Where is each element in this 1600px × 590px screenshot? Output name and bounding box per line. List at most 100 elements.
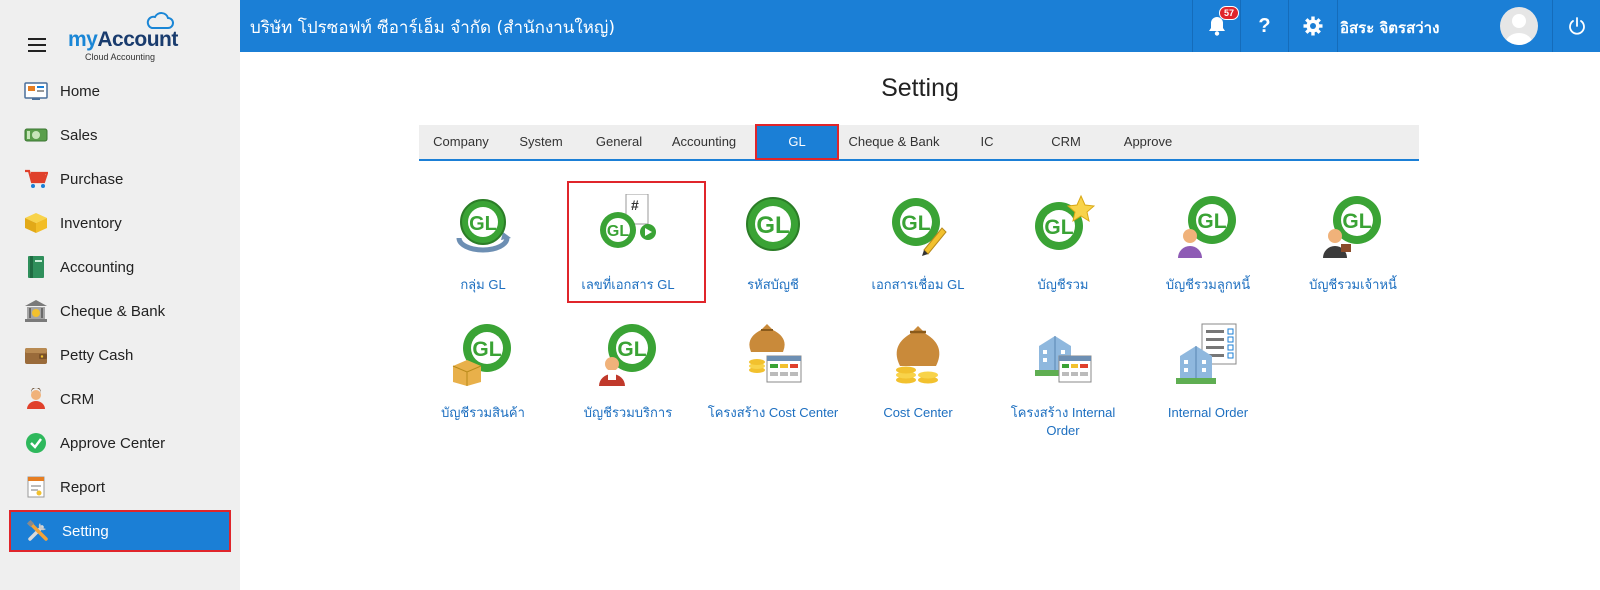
setting-item-label: รหัสบัญชี xyxy=(747,277,799,292)
cost-center-structure-icon xyxy=(749,324,802,383)
svg-text:GL: GL xyxy=(1342,210,1371,233)
settings-tabs: Company System General Accounting GL Che… xyxy=(419,124,1419,161)
notification-count-badge: 57 xyxy=(1219,6,1240,20)
tab-gl[interactable]: GL xyxy=(755,124,839,160)
brand-area: myAccount Cloud Accounting xyxy=(0,0,240,70)
gear-icon xyxy=(1303,16,1323,36)
internal-order-icon xyxy=(1176,323,1237,384)
setting-item-label: Cost Center xyxy=(883,405,953,420)
sidebar-item-label: Purchase xyxy=(60,170,124,188)
gl-service-account-icon: GL xyxy=(599,324,656,386)
sidebar-item-inventory[interactable]: Inventory xyxy=(9,202,231,244)
settings-button[interactable] xyxy=(1288,0,1338,52)
sidebar: myAccount Cloud Accounting Home Sales Pu… xyxy=(0,0,240,590)
setting-item-product-account[interactable]: GL บัญชีรวมสินค้า xyxy=(413,322,553,432)
setting-item-debtor-account[interactable]: GL บัญชีรวมลูกหนี้ xyxy=(1138,194,1278,304)
cart-icon xyxy=(23,166,49,192)
tools-icon xyxy=(25,518,51,544)
svg-text:GL: GL xyxy=(1044,216,1073,239)
tab-cheque-bank[interactable]: Cheque & Bank xyxy=(839,125,949,159)
sidebar-item-home[interactable]: Home xyxy=(9,70,231,112)
sidebar-item-label: Home xyxy=(60,82,101,100)
gl-account-code-icon: GL xyxy=(746,197,800,251)
setting-item-gl-link-document[interactable]: GL เอกสารเชื่อม GL xyxy=(848,194,988,304)
sidebar-item-label: Approve Center xyxy=(60,434,166,452)
svg-text:GL: GL xyxy=(756,212,789,239)
tab-ic[interactable]: IC xyxy=(949,125,1025,159)
sidebar-item-label: Petty Cash xyxy=(60,346,134,364)
power-icon xyxy=(1568,17,1585,35)
help-icon: ? xyxy=(1258,14,1271,37)
svg-text:GL: GL xyxy=(1197,210,1226,233)
tab-system[interactable]: System xyxy=(503,125,579,159)
tab-crm[interactable]: CRM xyxy=(1025,125,1107,159)
setting-item-account-code[interactable]: GL รหัสบัญชี xyxy=(703,194,843,304)
box-icon xyxy=(23,210,49,236)
gl-link-document-icon: GL xyxy=(892,198,947,256)
svg-text:GL: GL xyxy=(469,213,497,235)
tab-accounting[interactable]: Accounting xyxy=(659,125,749,159)
setting-item-label: Internal Order xyxy=(1167,405,1249,420)
setting-item-creditor-account[interactable]: GL บัญชีรวมเจ้าหนี้ xyxy=(1283,194,1423,304)
setting-item-gl-document-number[interactable]: # GL เลขที่เอกสาร GL xyxy=(558,194,698,304)
tab-general[interactable]: General xyxy=(579,125,659,159)
gl-product-account-icon: GL xyxy=(452,324,511,386)
sidebar-item-report[interactable]: Report xyxy=(9,466,231,508)
svg-text:GL: GL xyxy=(901,212,930,235)
sidebar-item-approve-center[interactable]: Approve Center xyxy=(9,422,231,464)
avatar[interactable] xyxy=(1500,7,1538,45)
money-icon xyxy=(23,122,49,148)
notification-button[interactable]: 57 xyxy=(1192,0,1240,52)
setting-item-label: บัญชีรวมลูกหนี้ xyxy=(1165,277,1251,292)
app-logo[interactable]: myAccount Cloud Accounting xyxy=(68,12,188,64)
company-name[interactable]: บริษัท โปรซอฟท์ ซีอาร์เอ็ม จำกัด (สำนักง… xyxy=(250,14,615,41)
sidebar-item-petty-cash[interactable]: Petty Cash xyxy=(9,334,231,376)
sidebar-item-purchase[interactable]: Purchase xyxy=(9,158,231,200)
sidebar-item-accounting[interactable]: Accounting xyxy=(9,246,231,288)
sidebar-item-crm[interactable]: CRM xyxy=(9,378,231,420)
setting-item-internal-order-structure[interactable]: โครงสร้าง Internal Order xyxy=(993,322,1133,442)
logo-subtitle: Cloud Accounting xyxy=(85,52,156,62)
setting-item-label: บัญชีรวมเจ้าหนี้ xyxy=(1309,277,1397,292)
gl-creditor-account-icon: GL xyxy=(1323,196,1381,258)
report-icon xyxy=(23,474,49,500)
setting-item-cost-center[interactable]: Cost Center xyxy=(848,322,988,432)
setting-item-label: บัญชีรวมสินค้า xyxy=(441,405,525,420)
tab-company[interactable]: Company xyxy=(419,125,503,159)
sidebar-item-setting[interactable]: Setting xyxy=(9,510,231,552)
setting-item-label: กลุ่ม GL xyxy=(460,277,506,292)
setting-item-service-account[interactable]: GL บัญชีรวมบริการ xyxy=(558,322,698,432)
setting-item-label: โครงสร้าง Internal Order xyxy=(1010,405,1116,438)
setting-item-label: โครงสร้าง Cost Center xyxy=(707,405,839,420)
book-icon xyxy=(23,254,49,280)
gl-debtor-account-icon: GL xyxy=(1178,196,1236,258)
menu-toggle-icon[interactable] xyxy=(28,38,46,52)
setting-item-control-account[interactable]: GL บัญชีรวม xyxy=(993,194,1133,304)
logo-wordmark: myAccount xyxy=(68,28,178,51)
gl-group-icon: GL xyxy=(456,199,511,253)
user-name[interactable]: อิสระ จิตรสว่าง xyxy=(1340,16,1439,40)
sidebar-item-label: Setting xyxy=(62,522,109,540)
cost-center-icon xyxy=(896,326,940,384)
sidebar-item-label: Sales xyxy=(60,126,98,144)
svg-text:#: # xyxy=(631,197,639,213)
bank-icon xyxy=(23,298,49,324)
setting-item-cost-center-structure[interactable]: โครงสร้าง Cost Center xyxy=(703,322,843,442)
sidebar-item-label: Accounting xyxy=(60,258,135,276)
sidebar-item-label: Cheque & Bank xyxy=(60,302,166,320)
page-title: Setting xyxy=(881,74,959,102)
sidebar-item-sales[interactable]: Sales xyxy=(9,114,231,156)
svg-text:GL: GL xyxy=(617,338,646,361)
setting-item-label: เอกสารเชื่อม GL xyxy=(871,277,965,292)
sidebar-item-cheque-bank[interactable]: Cheque & Bank xyxy=(9,290,231,332)
user-avatar-icon xyxy=(1505,14,1533,45)
setting-item-internal-order[interactable]: Internal Order xyxy=(1138,322,1278,432)
tab-approve[interactable]: Approve xyxy=(1107,125,1189,159)
help-button[interactable]: ? xyxy=(1240,0,1288,52)
svg-text:GL: GL xyxy=(472,338,501,361)
home-icon xyxy=(23,78,49,104)
setting-item-gl-group[interactable]: GL กลุ่ม GL xyxy=(413,194,553,304)
setting-item-label: บัญชีรวมบริการ xyxy=(583,405,673,420)
logout-button[interactable] xyxy=(1552,0,1600,52)
internal-order-structure-icon xyxy=(1035,336,1092,383)
